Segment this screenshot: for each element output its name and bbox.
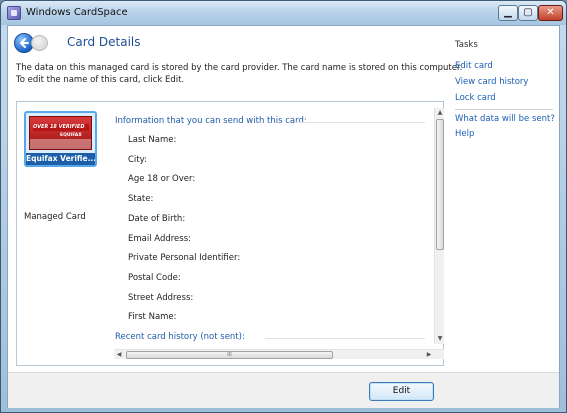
card-tile[interactable]: OVER 18 VERIFIED EQUIFAX Equifax Verifie… (24, 111, 97, 167)
history-heading: Recent card history (not sent): (115, 332, 245, 342)
field-city: City: (128, 155, 147, 165)
card-type: Managed Card (24, 212, 86, 222)
window-title: Windows CardSpace (26, 7, 128, 18)
card-badge: OVER 18 VERIFIED (33, 124, 89, 131)
field-email-address: Email Address: (128, 234, 191, 244)
what-data-link[interactable]: What data will be sent? (455, 114, 555, 124)
help-link[interactable]: Help (455, 129, 474, 139)
horizontal-scrollbar[interactable]: ◀ III ▶ (114, 349, 444, 359)
edit-card-link[interactable]: Edit card (455, 61, 493, 71)
back-arrow-icon (20, 38, 29, 48)
view-card-history-link[interactable]: View card history (455, 77, 528, 87)
client-area: Card Details The data on this managed ca… (7, 25, 560, 408)
field-postal-code: Postal Code: (128, 273, 181, 283)
intro-line-2: To edit the name of this card, click Edi… (16, 75, 185, 85)
field-date-of-birth: Date of Birth: (128, 214, 186, 224)
field-first-name: First Name: (128, 312, 177, 322)
info-heading: Information that you can send with this … (115, 116, 307, 126)
forward-button[interactable] (31, 35, 48, 51)
tasks-title: Tasks (455, 40, 478, 50)
scroll-right-arrow[interactable]: ▶ (424, 350, 434, 360)
footer-bar: Edit (8, 372, 559, 408)
field-state: State: (128, 194, 154, 204)
cardspace-app-icon (7, 6, 21, 20)
card-image: OVER 18 VERIFIED EQUIFAX (29, 116, 92, 150)
maximize-button[interactable]: ▢ (518, 5, 538, 21)
field-age-18: Age 18 or Over: (128, 174, 196, 184)
card-info-list: Information that you can send with this … (109, 108, 431, 344)
page-title: Card Details (67, 35, 141, 49)
card-name: Equifax Verifie... (26, 153, 95, 165)
scroll-up-arrow[interactable]: ▲ (435, 108, 445, 118)
title-bar[interactable]: Windows CardSpace ▁ ▢ ✕ (1, 1, 566, 25)
lock-card-link[interactable]: Lock card (455, 93, 496, 103)
intro-line-1: The data on this managed card is stored … (16, 63, 463, 73)
field-last-name: Last Name: (128, 135, 177, 145)
scroll-down-arrow[interactable]: ▼ (435, 334, 445, 344)
field-ppid: Private Personal Identifier: (128, 253, 241, 263)
cardspace-window: Windows CardSpace ▁ ▢ ✕ Card Details The… (0, 0, 567, 413)
close-button[interactable]: ✕ (538, 5, 563, 21)
tasks-divider (455, 109, 553, 110)
card-details-panel: OVER 18 VERIFIED EQUIFAX Equifax Verifie… (16, 101, 444, 366)
scroll-left-arrow[interactable]: ◀ (114, 350, 124, 360)
card-stripe (30, 139, 91, 149)
vertical-scrollbar[interactable]: ▲ ▼ (434, 108, 444, 344)
edit-button[interactable]: Edit (369, 382, 434, 401)
info-heading-rule (295, 122, 425, 123)
intro-text: The data on this managed card is stored … (16, 62, 463, 86)
horizontal-scroll-thumb[interactable]: III (126, 351, 333, 359)
minimize-button[interactable]: ▁ (498, 5, 518, 21)
card-brand: EQUIFAX (60, 133, 82, 138)
vertical-scroll-thumb[interactable] (436, 119, 444, 250)
history-heading-rule (265, 338, 425, 339)
field-street-address: Street Address: (128, 293, 194, 303)
